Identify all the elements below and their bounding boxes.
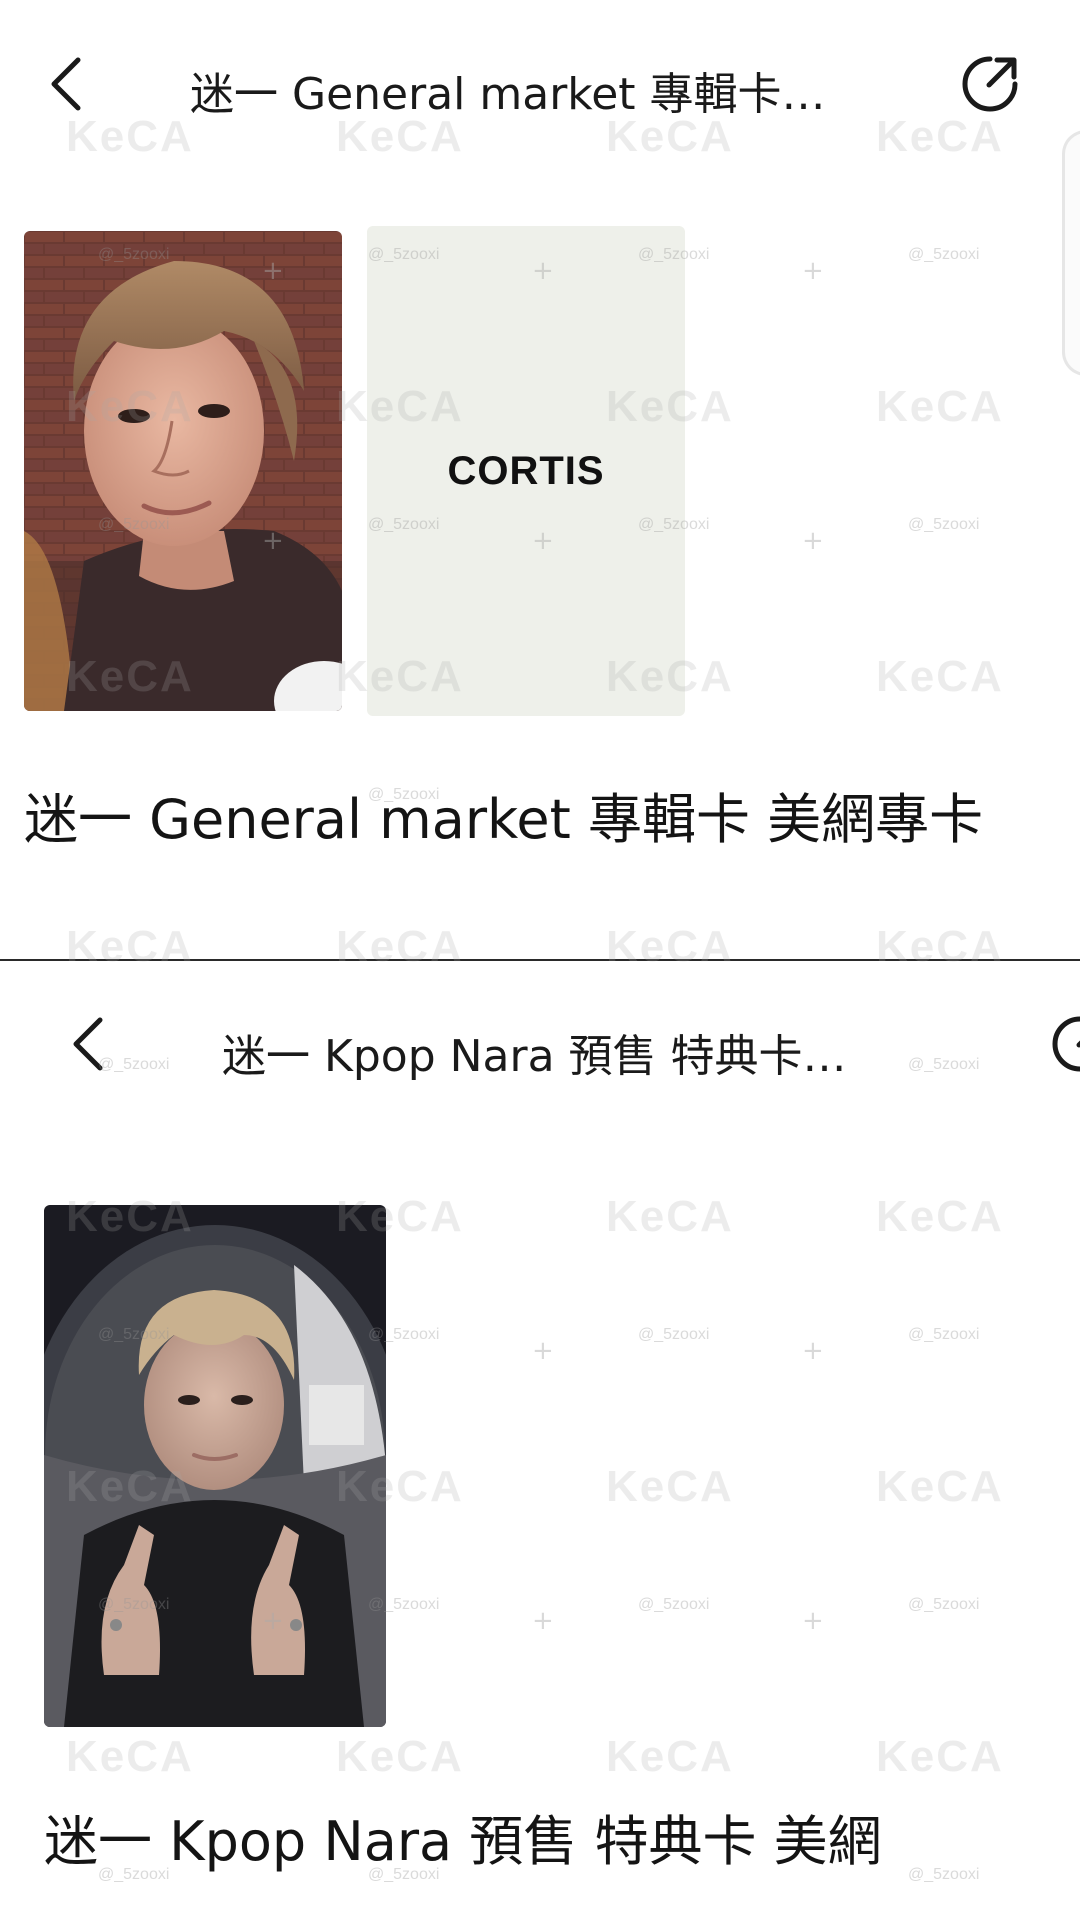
- watermark-logo: KeCA: [876, 382, 1004, 431]
- chevron-left-icon[interactable]: [58, 1004, 118, 1084]
- watermark-handle: @_5zooxi: [908, 516, 980, 533]
- product-title: 迷一 General market 專輯卡 美網專卡: [24, 788, 984, 851]
- watermark-plus: +: [802, 526, 824, 556]
- watermark-logo: KeCA: [606, 922, 734, 971]
- watermark-logo: KeCA: [876, 1462, 1004, 1511]
- brand-logo-text: CORTIS: [447, 448, 605, 493]
- watermark-plus: +: [802, 1606, 824, 1636]
- side-drawer-handle[interactable]: [1062, 130, 1080, 376]
- watermark-handle: @_5zooxi: [638, 1596, 710, 1613]
- watermark-logo: KeCA: [876, 652, 1004, 701]
- watermark-logo: KeCA: [876, 922, 1004, 971]
- portrait-photo: [44, 1205, 386, 1727]
- watermark-handle: @_5zooxi: [908, 1596, 980, 1613]
- page-title: 迷一 Kpop Nara 預售 特典卡…: [222, 1031, 847, 1082]
- watermark-plus: +: [802, 1336, 824, 1366]
- photo-card-back[interactable]: CORTIS: [367, 226, 685, 716]
- top-nav-bar: 迷一 General market 專輯卡…: [0, 24, 1080, 144]
- section-divider: [0, 959, 1080, 961]
- watermark-logo: KeCA: [606, 1732, 734, 1781]
- photo-card-front[interactable]: [44, 1205, 386, 1727]
- watermark-handle: @_5zooxi: [638, 1326, 710, 1343]
- watermark-plus: +: [802, 256, 824, 286]
- watermark-logo: KeCA: [876, 1732, 1004, 1781]
- top-nav-bar: 迷一 Kpop Nara 預售 特典卡…: [0, 990, 1080, 1110]
- share-external-icon[interactable]: [1040, 1004, 1080, 1084]
- page-title: 迷一 General market 專輯卡…: [190, 69, 826, 120]
- watermark-logo: KeCA: [606, 1192, 734, 1241]
- watermark-logo: KeCA: [336, 922, 464, 971]
- watermark-logo: KeCA: [66, 1732, 194, 1781]
- product-title: 迷一 Kpop Nara 預售 特典卡 美網: [44, 1810, 882, 1873]
- watermark-logo: KeCA: [876, 1192, 1004, 1241]
- watermark-logo: KeCA: [606, 1462, 734, 1511]
- watermark-logo: KeCA: [66, 922, 194, 971]
- watermark-handle: @_5zooxi: [908, 246, 980, 263]
- portrait-photo: [24, 231, 342, 711]
- chevron-left-icon[interactable]: [36, 44, 96, 124]
- watermark-logo: KeCA: [336, 1732, 464, 1781]
- watermark-handle: @_5zooxi: [908, 1326, 980, 1343]
- watermark-plus: +: [532, 1606, 554, 1636]
- photo-card-front[interactable]: [24, 231, 342, 711]
- screenshot-root: 迷一 General market 專輯卡… CORTIS 迷一 General…: [0, 0, 1080, 1920]
- share-external-icon[interactable]: [950, 44, 1030, 124]
- watermark-plus: +: [532, 1336, 554, 1366]
